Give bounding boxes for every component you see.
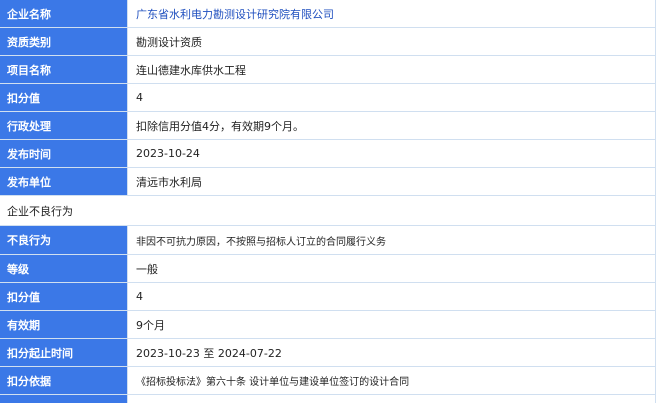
administrative-action-value: 扣除信用分值4分，有效期9个月。 bbox=[128, 112, 660, 139]
label-deduction-basis: 扣分依据 bbox=[0, 367, 128, 394]
row-level: 等级 一般 bbox=[0, 255, 660, 283]
bad-behavior-value: 非因不可抗力原因，不按照与招标人订立的合同履行义务 bbox=[128, 226, 660, 254]
row-publishing-unit: 发布单位 清远市水利局 bbox=[0, 168, 660, 196]
deduction-period-value: 2023-10-23 至 2024-07-22 bbox=[128, 339, 660, 366]
row-publish-date: 发布时间 2023-10-24 bbox=[0, 140, 660, 168]
level-value: 一般 bbox=[128, 255, 660, 282]
right-border-strip bbox=[655, 0, 660, 403]
label-deduction-points-2: 扣分值 bbox=[0, 283, 128, 310]
label-bad-behavior: 不良行为 bbox=[0, 226, 128, 254]
next-partial-value bbox=[128, 395, 660, 403]
publish-date-value: 2023-10-24 bbox=[128, 140, 660, 167]
row-deduction-points: 扣分值 4 bbox=[0, 84, 660, 112]
deduction-basis-value: 《招标投标法》第六十条 设计单位与建设单位签订的设计合同 bbox=[128, 367, 660, 394]
credit-record-page: 企业名称 广东省水利电力勘测设计研究院有限公司 资质类别 勘测设计资质 项目名称… bbox=[0, 0, 660, 403]
label-project-name: 项目名称 bbox=[0, 56, 128, 83]
row-company-name: 企业名称 广东省水利电力勘测设计研究院有限公司 bbox=[0, 0, 660, 28]
validity-period-value: 9个月 bbox=[128, 311, 660, 338]
section-title-bad-behavior: 企业不良行为 bbox=[0, 196, 660, 226]
row-project-name: 项目名称 连山德建水库供水工程 bbox=[0, 56, 660, 84]
qualification-type-value: 勘测设计资质 bbox=[128, 28, 660, 55]
label-deduction-points: 扣分值 bbox=[0, 84, 128, 111]
row-administrative-action: 行政处理 扣除信用分值4分，有效期9个月。 bbox=[0, 112, 660, 140]
company-name-link[interactable]: 广东省水利电力勘测设计研究院有限公司 bbox=[128, 0, 660, 27]
label-company-name: 企业名称 bbox=[0, 0, 128, 27]
label-validity-period: 有效期 bbox=[0, 311, 128, 338]
row-deduction-basis: 扣分依据 《招标投标法》第六十条 设计单位与建设单位签订的设计合同 bbox=[0, 367, 660, 395]
row-qualification-type: 资质类别 勘测设计资质 bbox=[0, 28, 660, 56]
label-level: 等级 bbox=[0, 255, 128, 282]
row-next-partial bbox=[0, 395, 660, 403]
row-deduction-period: 扣分起止时间 2023-10-23 至 2024-07-22 bbox=[0, 339, 660, 367]
label-administrative-action: 行政处理 bbox=[0, 112, 128, 139]
project-name-value: 连山德建水库供水工程 bbox=[128, 56, 660, 83]
label-publishing-unit: 发布单位 bbox=[0, 168, 128, 195]
deduction-points-2-value: 4 bbox=[128, 283, 660, 310]
label-publish-date: 发布时间 bbox=[0, 140, 128, 167]
label-deduction-period: 扣分起止时间 bbox=[0, 339, 128, 366]
publishing-unit-value: 清远市水利局 bbox=[128, 168, 660, 195]
label-next-partial bbox=[0, 395, 128, 403]
row-validity-period: 有效期 9个月 bbox=[0, 311, 660, 339]
row-bad-behavior: 不良行为 非因不可抗力原因，不按照与招标人订立的合同履行义务 bbox=[0, 226, 660, 255]
deduction-points-value: 4 bbox=[128, 84, 660, 111]
row-deduction-points-2: 扣分值 4 bbox=[0, 283, 660, 311]
label-qualification-type: 资质类别 bbox=[0, 28, 128, 55]
